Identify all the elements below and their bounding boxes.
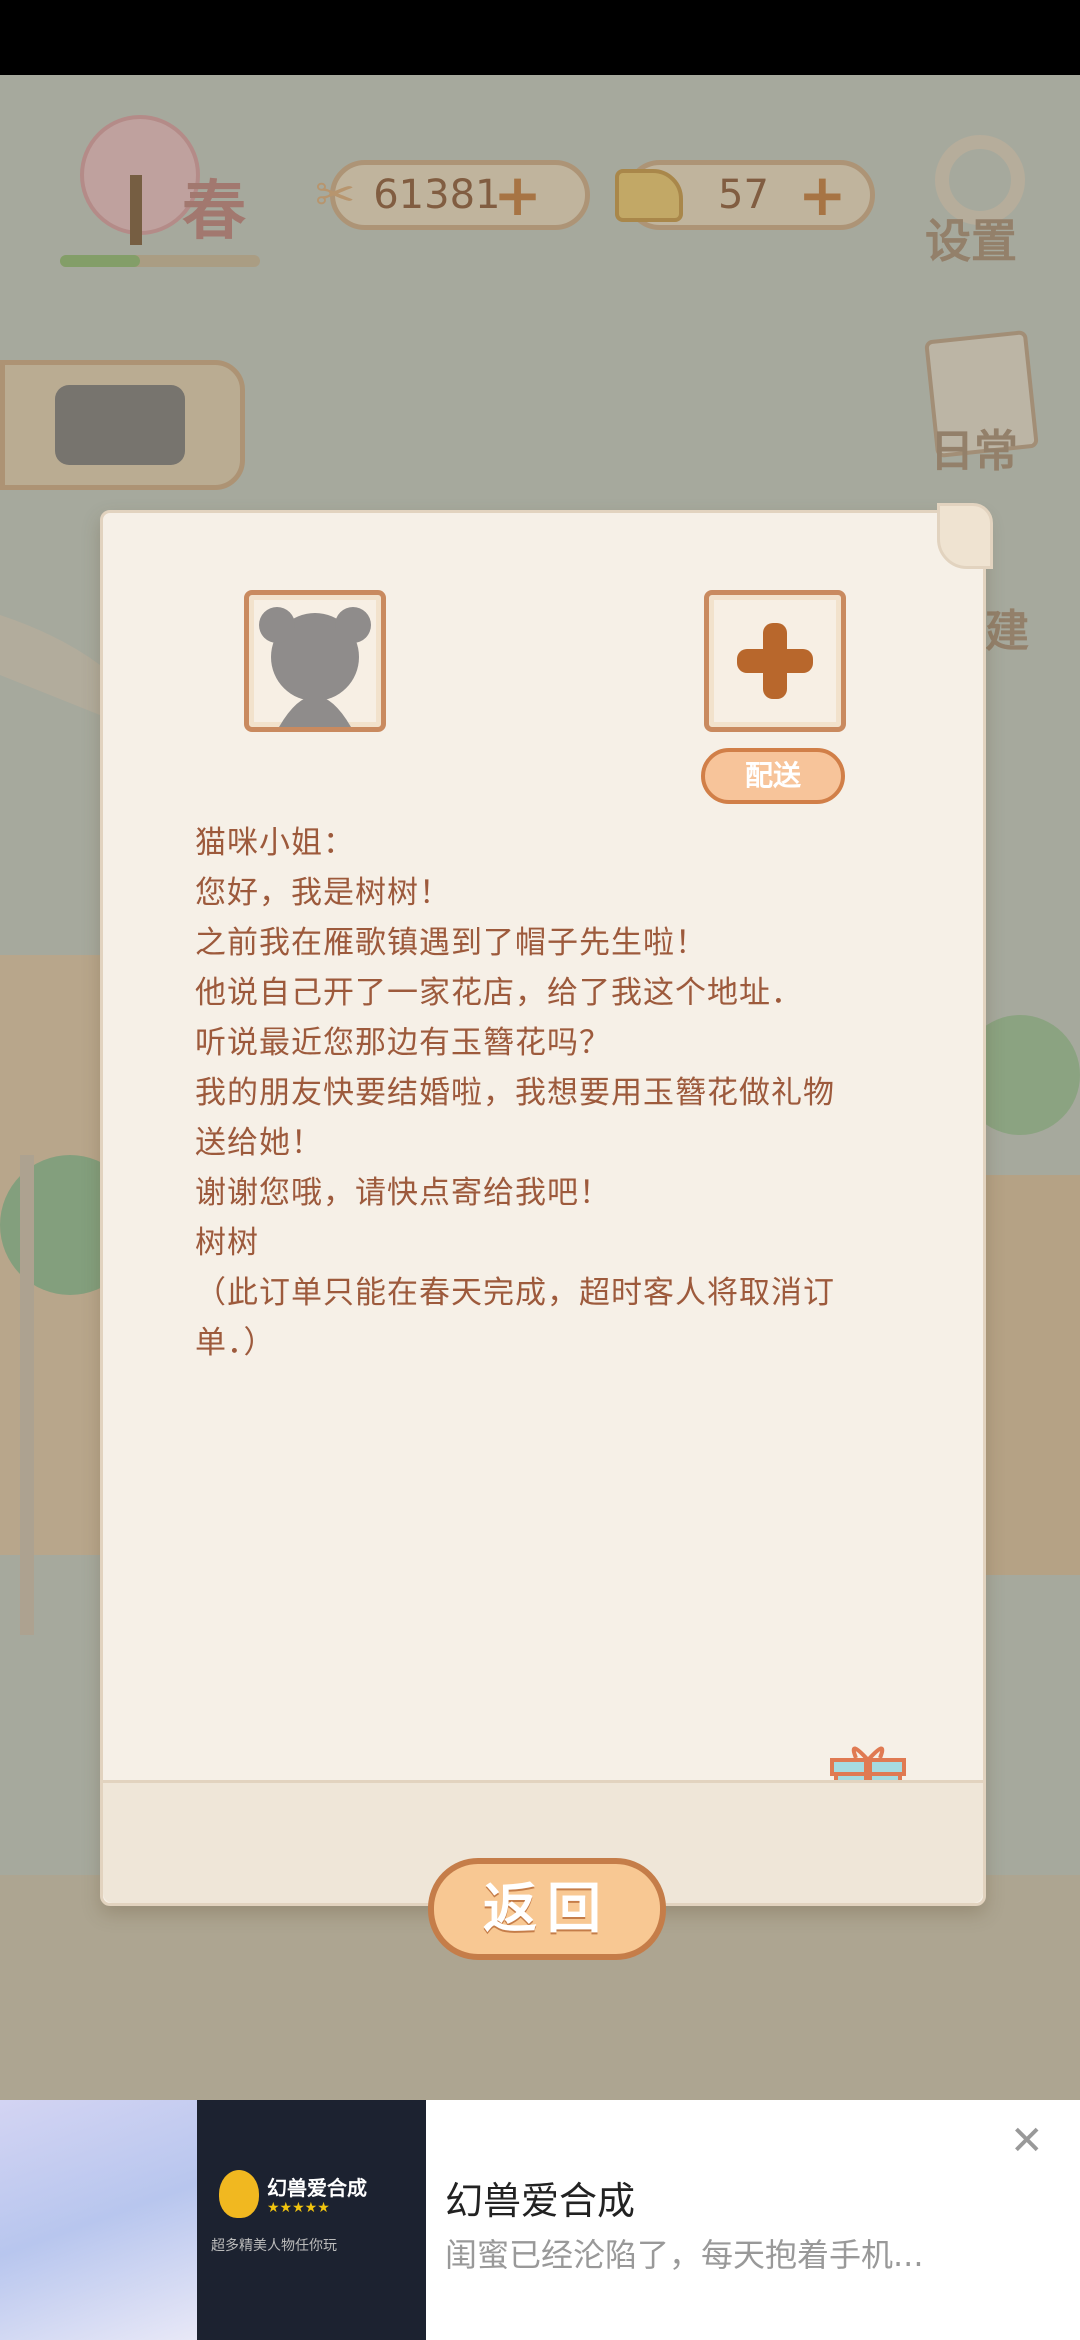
letter-line: 送给她！ bbox=[195, 1125, 323, 1161]
back-button[interactable]: 返回 bbox=[428, 1858, 666, 1960]
letter-line: 树树 bbox=[195, 1225, 259, 1261]
customer-silhouette-icon bbox=[259, 607, 371, 727]
letter-line: 谢谢您哦，请快点寄给我吧！ bbox=[195, 1175, 611, 1211]
add-item-slot[interactable] bbox=[704, 590, 846, 732]
letter-line: 单．） bbox=[195, 1325, 276, 1361]
letter-line: 听说最近您那边有玉簪花吗？ bbox=[195, 1025, 611, 1061]
letter-line: （此订单只能在春天完成，超时客人将取消订 bbox=[195, 1275, 835, 1311]
gift-icon[interactable] bbox=[828, 1738, 908, 1818]
ad-banner[interactable]: 幻兽爱合成 ★★★★★ 超多精美人物任你玩 幻兽爱合成 闺蜜已经沦陷了，每天抱着… bbox=[0, 2100, 1080, 2340]
letter-line: 他说自己开了一家花店，给了我这个地址． bbox=[195, 975, 803, 1011]
ad-game-name: 幻兽爱合成 bbox=[267, 2176, 367, 2200]
paper-curl bbox=[937, 503, 993, 569]
ad-image-game-scene[interactable] bbox=[0, 2100, 197, 2340]
customer-avatar bbox=[244, 590, 386, 732]
ad-description[interactable]: 闺蜜已经沦陷了，每天抱着手机... bbox=[445, 2230, 1005, 2276]
ad-title[interactable]: 幻兽爱合成 bbox=[445, 2170, 635, 2225]
plus-icon bbox=[737, 623, 813, 699]
letter-line: 之前我在雁歌镇遇到了帽子先生啦！ bbox=[195, 925, 707, 961]
status-bar bbox=[0, 0, 1080, 75]
egg-icon bbox=[219, 2170, 259, 2218]
letter-line: 猫咪小姐： bbox=[195, 825, 355, 861]
letter-line: 您好，我是树树！ bbox=[195, 875, 451, 911]
ad-tagline: 超多精美人物任你玩 bbox=[211, 2238, 337, 2254]
ad-image-game-card[interactable]: 幻兽爱合成 ★★★★★ 超多精美人物任你玩 bbox=[197, 2100, 426, 2340]
close-icon[interactable]: ✕ bbox=[1010, 2118, 1044, 2164]
letter-line: 我的朋友快要结婚啦，我想要用玉簪花做礼物 bbox=[195, 1075, 835, 1111]
deliver-button[interactable]: 配送 bbox=[701, 748, 845, 804]
rating-stars: ★★★★★ bbox=[267, 2200, 330, 2216]
letter-body: 猫咪小姐： 您好，我是树树！ 之前我在雁歌镇遇到了帽子先生啦！ 他说自己开了一家… bbox=[195, 818, 955, 1368]
order-letter: 配送 猫咪小姐： 您好，我是树树！ 之前我在雁歌镇遇到了帽子先生啦！ 他说自己开… bbox=[100, 503, 993, 1906]
